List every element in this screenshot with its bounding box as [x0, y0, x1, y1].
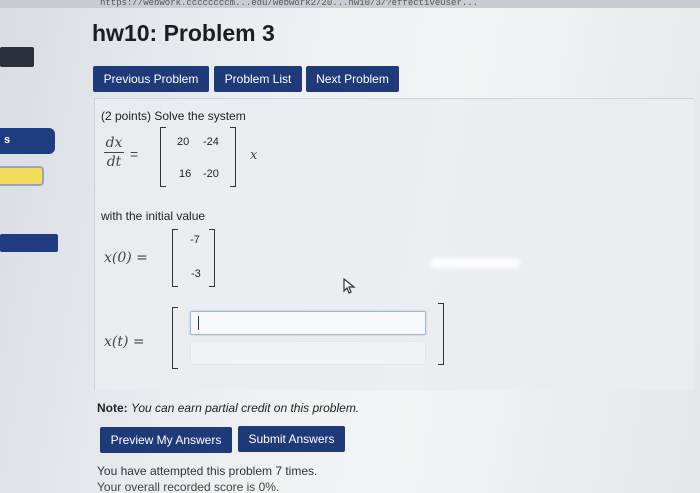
- x0-right-bracket: [209, 229, 215, 287]
- sidebar-item-label: s: [4, 134, 11, 146]
- preview-answers-button[interactable]: Preview My Answers: [100, 427, 232, 453]
- x-variable: x: [250, 148, 258, 163]
- browser-url-bar[interactable]: https://webwork.ccccccccm...edu/webwork2…: [0, 0, 700, 8]
- answer-input-2[interactable]: [190, 341, 426, 365]
- text-caret: [198, 316, 199, 330]
- derivative-denominator: dt: [106, 154, 122, 170]
- sidebar-block[interactable]: [0, 47, 34, 67]
- x0-label: x(0) =: [104, 250, 148, 266]
- sidebar-item[interactable]: [0, 234, 58, 252]
- score-text: Your overall recorded score is 0%.: [97, 480, 280, 493]
- derivative-numerator: dx: [104, 135, 124, 153]
- partial-credit-note: Note: You can earn partial credit on thi…: [97, 401, 359, 415]
- sidebar-item[interactable]: s: [0, 128, 55, 154]
- sidebar-item-highlighted[interactable]: [0, 166, 44, 186]
- derivative-fraction: dx dt: [104, 135, 124, 170]
- xt-label: x(t) =: [104, 334, 145, 350]
- xt-left-bracket: [172, 307, 178, 369]
- note-label: Note:: [97, 401, 128, 415]
- xt-right-bracket: [438, 303, 444, 365]
- submit-answers-button[interactable]: Submit Answers: [238, 426, 345, 452]
- matrix-cell: -24: [203, 136, 219, 148]
- matrix-left-bracket: [160, 127, 166, 187]
- screen-glare: [430, 258, 520, 268]
- problem-intro: (2 points) Solve the system: [101, 109, 246, 123]
- matrix-cell: -20: [203, 168, 219, 180]
- x0-cell: -3: [191, 268, 201, 280]
- mouse-cursor-icon: [343, 278, 356, 294]
- matrix-cell: 16: [179, 168, 192, 180]
- x0-left-bracket: [172, 229, 178, 287]
- answer-input-1[interactable]: [190, 311, 426, 335]
- attempts-text: You have attempted this problem 7 times.: [97, 464, 318, 478]
- matrix-cell: 20: [177, 136, 190, 148]
- previous-problem-button[interactable]: Previous Problem: [93, 66, 209, 92]
- note-text: You can earn partial credit on this prob…: [131, 401, 360, 415]
- next-problem-button[interactable]: Next Problem: [306, 66, 399, 92]
- initial-value-text: with the initial value: [101, 209, 206, 223]
- problem-list-button[interactable]: Problem List: [214, 66, 302, 92]
- equals-sign: =: [130, 146, 139, 162]
- matrix-right-bracket: [230, 127, 236, 187]
- x0-cell: -7: [190, 234, 200, 246]
- page-title: hw10: Problem 3: [92, 20, 275, 46]
